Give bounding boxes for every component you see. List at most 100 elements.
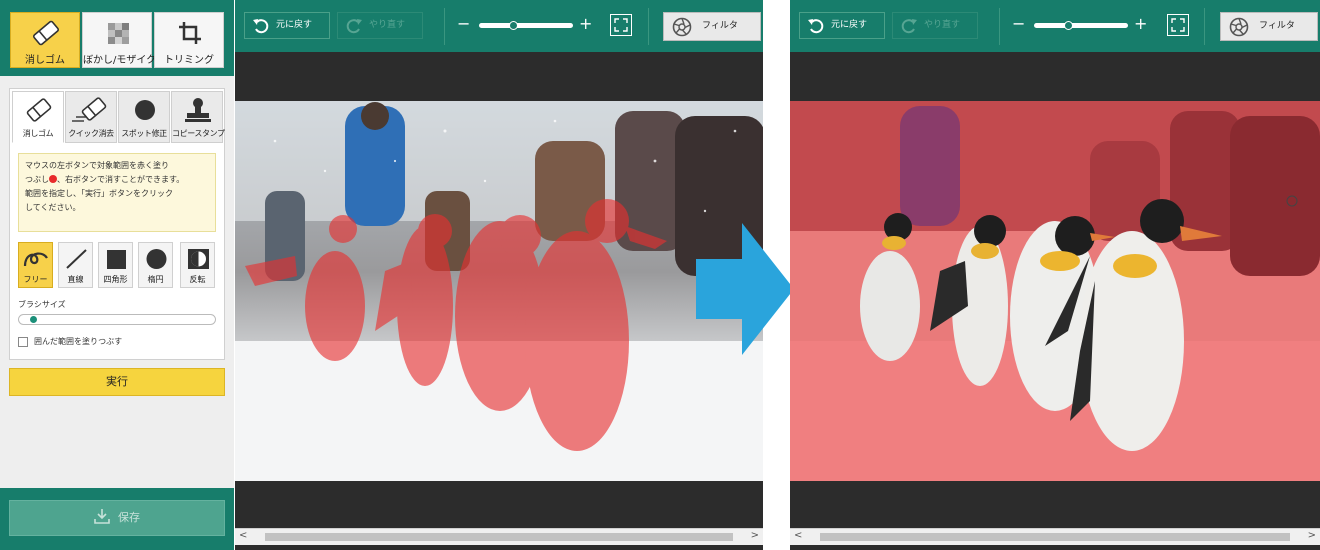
subtab-eraser-label: 消しゴム xyxy=(22,129,54,138)
horizontal-scrollbar[interactable]: < > xyxy=(790,528,1320,545)
aperture-icon xyxy=(1229,17,1249,37)
stamp-icon xyxy=(185,98,211,122)
brush-line-button[interactable]: 直線 xyxy=(58,242,93,288)
run-button[interactable]: 実行 xyxy=(9,368,225,396)
mode-eraser-button[interactable]: 消しゴム xyxy=(10,12,80,68)
filter-label: フィルタ xyxy=(1259,21,1295,31)
note-line-2: つぶし 、右ボタンで消すことができます。 xyxy=(25,173,209,187)
note-line-2a: つぶし xyxy=(25,175,49,184)
scroll-left-arrow[interactable]: < xyxy=(239,530,247,541)
tool-panel: 消しゴム ぼかし/モザイク トリミング 消しゴム クイック消去 スポット修正 コ… xyxy=(0,0,234,550)
undo-label: 元に戻す xyxy=(831,20,868,30)
fill-enclosed-checkbox[interactable] xyxy=(18,337,28,347)
brush-rectangle-button[interactable]: 四角形 xyxy=(98,242,133,288)
eraser-icon xyxy=(32,20,60,46)
mode-mosaic-button[interactable]: ぼかし/モザイク xyxy=(82,12,157,68)
save-bar: 保存 xyxy=(0,488,234,550)
zoom-in-button[interactable]: + xyxy=(579,13,592,35)
redo-button[interactable]: やり直す xyxy=(892,12,978,39)
filter-button[interactable]: フィルタ xyxy=(1220,12,1318,41)
eraser-icon xyxy=(26,98,52,122)
undo-button[interactable]: 元に戻す xyxy=(799,12,885,39)
subtab-copy-stamp[interactable]: コピースタンプ xyxy=(171,91,225,143)
zoom-slider-knob[interactable] xyxy=(508,21,518,30)
note-line-3: 範囲を指定し、「実行」ボタンをクリック xyxy=(25,189,173,198)
mode-crop-button[interactable]: トリミング xyxy=(154,12,224,68)
note-line-2b: 、右ボタンで消すことができます。 xyxy=(57,175,185,184)
red-dot-icon xyxy=(49,175,57,183)
subtab-eraser[interactable]: 消しゴム xyxy=(12,91,64,143)
brush-line-label: 直線 xyxy=(67,275,84,284)
penguin-photo-inverted-selection xyxy=(790,101,1320,481)
penguin-photo xyxy=(235,101,763,481)
instruction-note: マウスの左ボタンで対象範囲を赤く塗り つぶし 、右ボタンで消すことができます。 範… xyxy=(18,153,216,232)
subtab-copy-stamp-label: コピースタンプ xyxy=(172,129,225,138)
scrollbar-thumb[interactable] xyxy=(820,533,1290,541)
brush-size-label: ブラシサイズ xyxy=(18,300,66,309)
filter-label: フィルタ xyxy=(702,21,738,31)
photo-canvas-before[interactable] xyxy=(235,101,763,481)
fit-screen-button[interactable] xyxy=(1167,14,1189,36)
brush-invert-label: 反転 xyxy=(189,275,206,284)
undo-label: 元に戻す xyxy=(276,20,313,30)
redo-icon xyxy=(346,19,362,34)
zoom-out-button[interactable]: − xyxy=(457,13,470,35)
note-line-4: してください。 xyxy=(25,203,81,212)
redo-icon xyxy=(901,19,917,34)
brush-free-label: フリー xyxy=(23,275,48,284)
app-root: 消しゴム ぼかし/モザイク トリミング 消しゴム クイック消去 スポット修正 コ… xyxy=(0,0,1320,550)
rectangle-icon xyxy=(107,250,126,269)
brush-ellipse-label: 楕円 xyxy=(147,275,164,284)
redo-label: やり直す xyxy=(369,20,406,30)
fit-screen-button[interactable] xyxy=(610,14,632,36)
scroll-right-arrow[interactable]: > xyxy=(751,530,759,541)
mode-bar: 消しゴム ぼかし/モザイク トリミング xyxy=(0,0,234,76)
photo-canvas-after[interactable] xyxy=(790,101,1320,481)
zoom-slider[interactable] xyxy=(479,21,573,30)
scroll-right-arrow[interactable]: > xyxy=(1308,530,1316,541)
editor-toolbar: 元に戻す やり直す − + フィルタ xyxy=(235,0,763,52)
undo-icon xyxy=(253,19,269,34)
scroll-left-arrow[interactable]: < xyxy=(794,530,802,541)
save-button[interactable]: 保存 xyxy=(9,500,225,536)
brush-invert-button[interactable]: 反転 xyxy=(180,242,215,288)
undo-button[interactable]: 元に戻す xyxy=(244,12,330,39)
mode-mosaic-label: ぼかし/モザイク xyxy=(83,55,157,66)
brush-ellipse-button[interactable]: 楕円 xyxy=(138,242,173,288)
subtab-quick-erase-label: クイック消去 xyxy=(68,129,114,138)
toolbar-divider xyxy=(999,8,1000,45)
brush-free-button[interactable]: フリー xyxy=(18,242,53,288)
spot-fix-icon xyxy=(135,100,155,120)
toolbar-divider xyxy=(1204,8,1205,45)
mode-crop-label: トリミング xyxy=(164,55,214,66)
ellipse-icon xyxy=(146,249,167,269)
brush-size-slider[interactable] xyxy=(18,314,216,325)
zoom-slider-knob[interactable] xyxy=(1063,21,1073,30)
mosaic-icon xyxy=(108,23,129,44)
subtab-spot-fix-label: スポット修正 xyxy=(121,129,167,138)
editor-pane-after: 元に戻す やり直す − + フィルタ < > xyxy=(790,0,1320,550)
download-icon xyxy=(94,509,110,524)
brush-rectangle-label: 四角形 xyxy=(103,275,128,284)
crop-icon xyxy=(179,22,201,44)
fit-screen-icon xyxy=(1171,18,1185,32)
toolbar-divider xyxy=(444,8,445,45)
scrollbar-thumb[interactable] xyxy=(265,533,733,541)
quick-erase-icon xyxy=(72,97,107,122)
zoom-slider[interactable] xyxy=(1034,21,1128,30)
subtab-quick-erase[interactable]: クイック消去 xyxy=(65,91,117,143)
filter-button[interactable]: フィルタ xyxy=(663,12,761,41)
redo-label: やり直す xyxy=(924,20,961,30)
free-draw-icon xyxy=(23,252,48,267)
redo-button[interactable]: やり直す xyxy=(337,12,423,39)
aperture-icon xyxy=(672,17,692,37)
zoom-in-button[interactable]: + xyxy=(1134,13,1147,35)
subtab-spot-fix[interactable]: スポット修正 xyxy=(118,91,170,143)
line-icon xyxy=(66,249,87,269)
editor-pane-before: 元に戻す やり直す − + フィルタ < > xyxy=(235,0,763,550)
brush-size-slider-knob[interactable] xyxy=(30,316,38,323)
note-line-1: マウスの左ボタンで対象範囲を赤く塗り xyxy=(25,161,169,170)
save-label: 保存 xyxy=(118,511,140,524)
zoom-out-button[interactable]: − xyxy=(1012,13,1025,35)
horizontal-scrollbar[interactable]: < > xyxy=(235,528,763,545)
